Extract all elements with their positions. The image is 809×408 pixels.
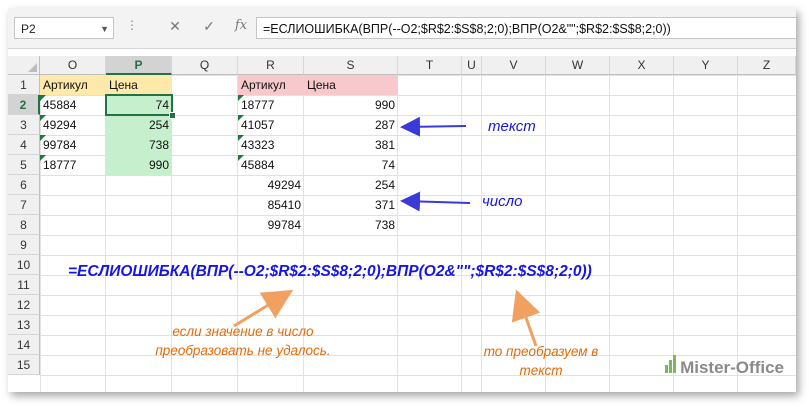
- number-label: число: [482, 193, 523, 210]
- note-right: то преобразуем в текст: [456, 342, 626, 380]
- text-label: текст: [488, 118, 536, 135]
- logo-bars-icon: [665, 355, 677, 378]
- note-left-line-2: преобразовать не удалось.: [155, 343, 331, 358]
- spreadsheet-window: P2 ▼ ⋮ ✕ ✓ fx =ЕСЛИОШИБКА(ВПР(--O2;$R$2:…: [8, 8, 796, 392]
- note-left: если значение в число преобразовать не у…: [118, 322, 368, 360]
- note-right-line-1: то преобразуем в: [483, 344, 599, 359]
- note-left-line-1: если значение в число: [172, 324, 314, 339]
- note-right-line-2: текст: [519, 363, 563, 378]
- arrow-to-text-conversion: [511, 289, 541, 347]
- logo-text: Mister-Office: [680, 358, 784, 377]
- arrow-to-text-rows: [400, 116, 467, 137]
- big-formula-caption: =ЕСЛИОШИБКА(ВПР(--O2;$R$2:$S$8;2;0);ВПР(…: [68, 263, 592, 280]
- arrow-to-number-rows: [400, 191, 471, 212]
- mister-office-logo: Mister-Office: [665, 355, 784, 378]
